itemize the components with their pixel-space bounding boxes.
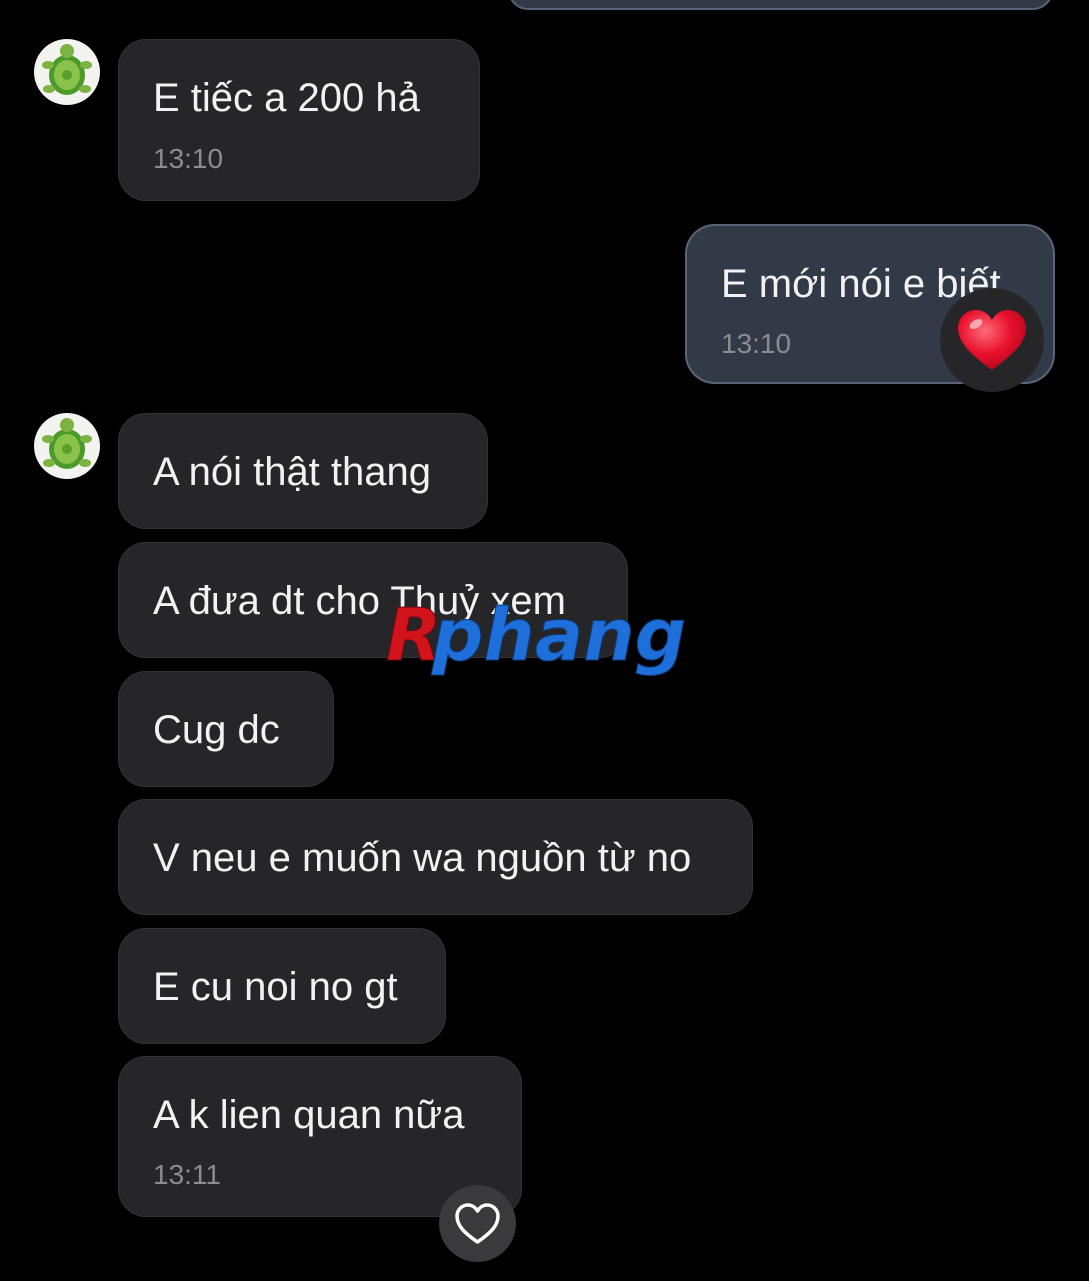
contact-avatar[interactable] xyxy=(34,39,100,105)
message-time: 13:10 xyxy=(721,328,792,359)
message-text: V neu e muốn wa nguồn từ no xyxy=(153,836,692,880)
message-text: E cu noi no gt xyxy=(153,965,398,1009)
message-bubble-incoming[interactable]: V neu e muốn wa nguồn từ no xyxy=(118,799,753,915)
message-text: E tiếc a 200 hả xyxy=(153,76,420,120)
message-text: Cug dc xyxy=(153,708,280,752)
turtle-avatar-icon xyxy=(42,418,92,469)
message-reaction[interactable] xyxy=(940,288,1044,392)
contact-avatar[interactable] xyxy=(34,413,100,479)
message-time: 13:11 xyxy=(153,1159,221,1190)
message-text: A nói thật thang xyxy=(153,450,432,494)
message-bubble-incoming[interactable]: A nói thật thang xyxy=(118,413,488,529)
react-button[interactable] xyxy=(439,1185,516,1262)
message-text: A k lien quan nữa xyxy=(153,1093,465,1137)
message-bubble-incoming[interactable]: Cug dc xyxy=(118,671,334,787)
svg-text:phang: phang xyxy=(431,593,686,677)
message-bubble-incoming[interactable]: E cu noi no gt xyxy=(118,928,446,1044)
watermark-logo: R phang xyxy=(380,590,710,685)
message-bubble-incoming[interactable]: E tiếc a 200 hả 13:10 xyxy=(118,39,480,201)
previous-message-bubble[interactable] xyxy=(508,0,1053,10)
red-heart-icon xyxy=(958,310,1026,370)
heart-outline-icon xyxy=(455,1203,500,1244)
turtle-avatar-icon xyxy=(42,44,92,95)
message-time: 13:10 xyxy=(153,143,224,174)
